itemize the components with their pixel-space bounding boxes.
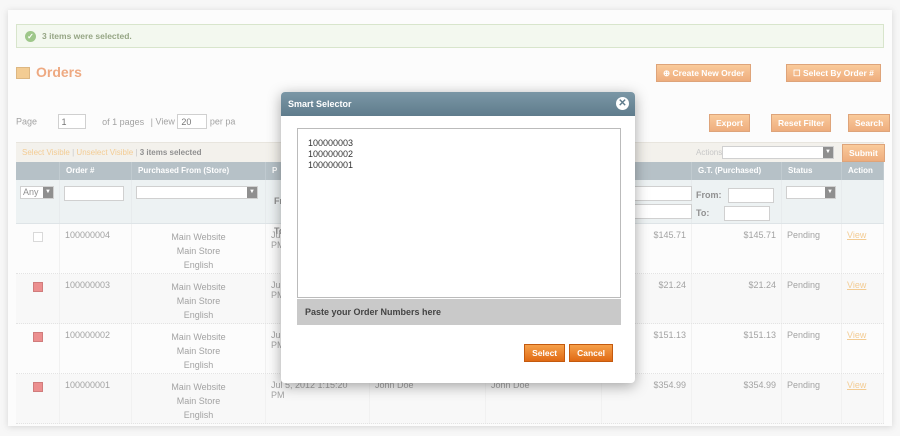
order-numbers-textarea[interactable] <box>297 128 621 298</box>
close-icon[interactable]: ✕ <box>616 97 629 110</box>
dialog-actions: Select Cancel <box>524 344 613 362</box>
textarea-hint: Paste your Order Numbers here <box>297 299 621 325</box>
smart-selector-dialog: Smart Selector ✕ Paste your Order Number… <box>281 92 635 383</box>
select-button[interactable]: Select <box>524 344 566 362</box>
cancel-button[interactable]: Cancel <box>569 344 613 362</box>
dialog-header: Smart Selector ✕ <box>281 92 635 116</box>
dialog-title: Smart Selector <box>288 99 352 109</box>
textarea-box: Paste your Order Numbers here <box>297 128 621 363</box>
